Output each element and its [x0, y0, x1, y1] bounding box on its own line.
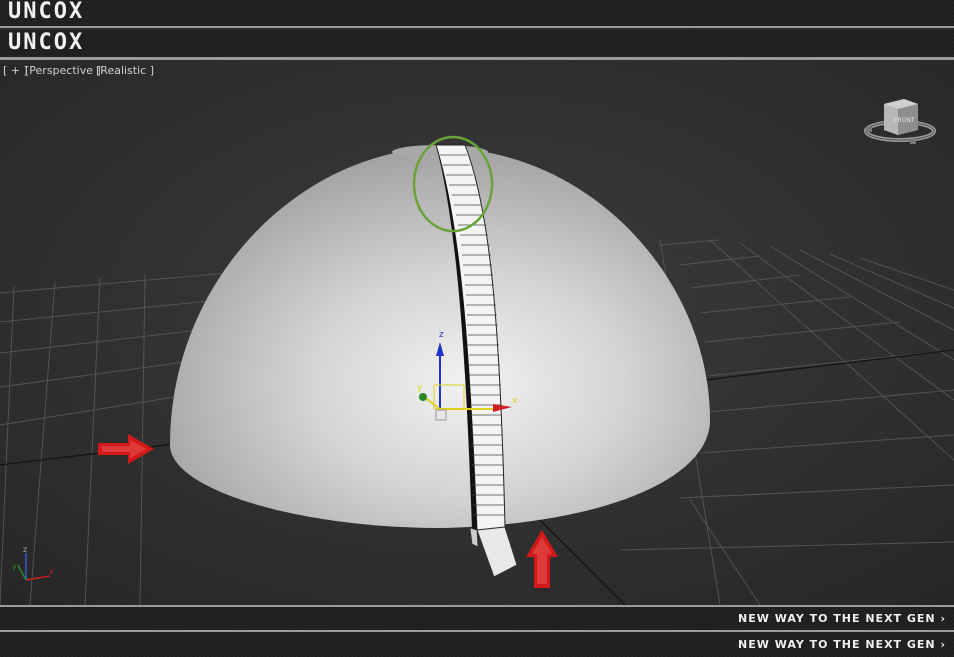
brand-logo-text: UNCOX — [8, 0, 85, 24]
tripod-z-label: z — [23, 545, 27, 554]
footer-banner-first: NEW WAY TO THE NEXT GEN › — [0, 605, 954, 630]
viewport-scene[interactable]: z y x z y x FRONT — [0, 60, 954, 605]
viewport-shading-mode-menu[interactable]: [Realistic ] — [96, 64, 154, 77]
footer-banner-second: NEW WAY TO THE NEXT GEN › — [0, 630, 954, 657]
header-banner-second: UNCOX — [0, 30, 954, 60]
tripod-x-label: x — [49, 567, 54, 576]
brand-logo-text-second: UNCOX — [8, 30, 85, 55]
footer-tagline-link[interactable]: NEW WAY TO THE NEXT GEN › — [738, 612, 946, 625]
header-banner-top: UNCOX — [0, 0, 954, 28]
viewport-view-mode-menu[interactable]: [Perspective ] — [25, 64, 101, 77]
footer-tagline-link-second[interactable]: NEW WAY TO THE NEXT GEN › — [738, 638, 946, 651]
3d-viewport[interactable]: z y x z y x FRONT [+] [Perspective] [… — [0, 60, 954, 605]
viewcube-front-label: FRONT — [894, 117, 915, 124]
gizmo-x-label: x — [512, 396, 518, 406]
tripod-y-label: y — [12, 562, 17, 571]
gizmo-y-label: y — [417, 383, 423, 393]
gizmo-z-label: z — [439, 330, 444, 340]
